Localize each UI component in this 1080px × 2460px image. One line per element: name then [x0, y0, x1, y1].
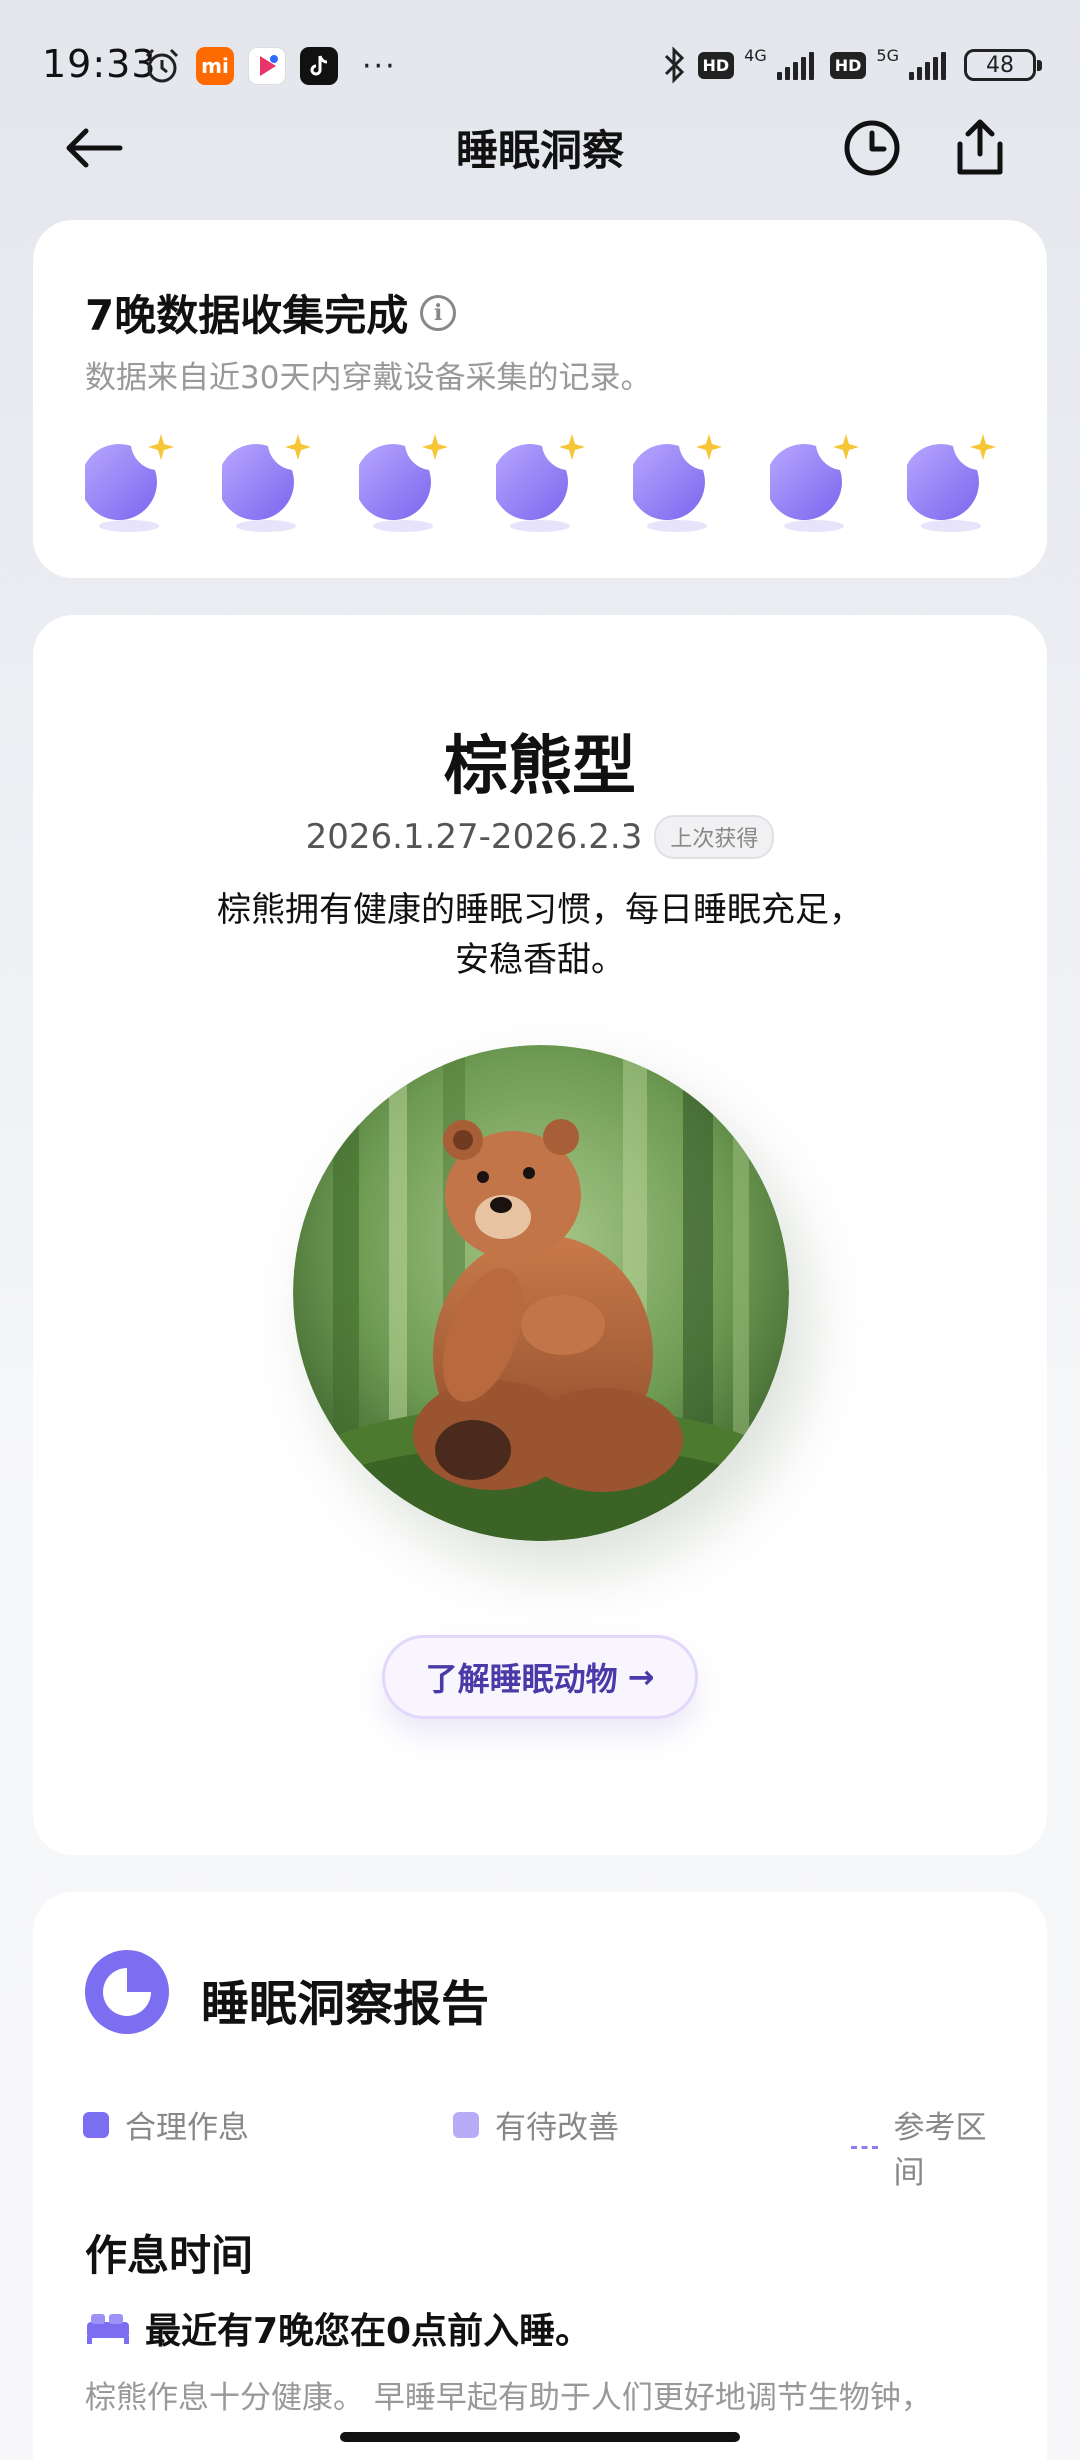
sleep-animal-card: 棕熊型 2026.1.27-2026.2.3 上次获得 棕熊拥有健康的睡眠习惯，… — [33, 615, 1047, 1855]
collection-subtitle: 数据来自近30天内穿戴设备采集的记录。 — [85, 360, 652, 396]
status-right: HD 4G HD 5G 48 — [660, 45, 1042, 84]
tiktok-icon — [300, 47, 338, 85]
animal-description: 棕熊拥有健康的睡眠习惯，每日睡眠充足，安稳香甜。 — [217, 890, 863, 980]
moon-night-icon — [907, 434, 996, 532]
collection-title-row: 7晚数据收集完成 i — [85, 282, 457, 343]
last-obtained-badge: 上次获得 — [654, 815, 775, 859]
share-icon[interactable] — [950, 116, 1010, 178]
moon-night-icon — [496, 434, 585, 532]
legend-label-reference: 参考区间 — [893, 2110, 987, 2191]
section-title-schedule: 作息时间 — [85, 2231, 254, 2280]
legend-label-reasonable: 合理作息 — [125, 2110, 249, 2146]
hd-badge-1: HD — [697, 51, 735, 79]
signal-bars-1-icon — [776, 50, 814, 80]
report-title: 睡眠洞察报告 — [201, 1976, 490, 2032]
legend-item-improve: 有待改善 — [453, 2102, 619, 2147]
learn-sleep-animal-button[interactable]: 了解睡眠动物 → — [382, 1635, 698, 1719]
legend-dash-reference — [851, 2145, 878, 2149]
home-indicator[interactable] — [340, 2432, 740, 2442]
status-bar: 19:33 mi ··· HD 4G HD 5G 48 — [0, 0, 1080, 130]
legend-swatch-reasonable — [83, 2111, 109, 2138]
network-5g: 5G — [876, 45, 899, 65]
right-arrow-icon: → — [627, 1658, 655, 1696]
night-indicators — [85, 430, 1025, 540]
legend-label-improve: 有待改善 — [495, 2110, 619, 2146]
legend-item-reference: 参考区间 — [851, 2102, 1003, 2192]
bluetooth-icon — [664, 46, 684, 84]
hd-badge-2: HD — [829, 51, 867, 79]
network-4g: 4G — [744, 45, 767, 65]
animal-date-row: 2026.1.27-2026.2.3 上次获得 — [33, 815, 1047, 859]
moon-night-icon — [85, 434, 174, 532]
battery-level: 48 — [986, 52, 1014, 78]
legend-swatch-improve — [453, 2111, 479, 2138]
moon-night-icon — [770, 434, 859, 532]
date-range: 2026.1.27-2026.2.3 — [305, 817, 643, 857]
moon-night-icon — [633, 434, 722, 532]
collection-title: 7晚数据收集完成 — [85, 291, 409, 340]
learn-button-label: 了解睡眠动物 — [425, 1660, 618, 1698]
moon-night-icon — [222, 434, 311, 532]
status-time: 19:33 — [42, 42, 157, 86]
brown-bear-illustration — [293, 1045, 789, 1541]
schedule-highlight-row: 最近有7晚您在0点前入睡。 — [85, 2302, 591, 2354]
moon-night-icon — [359, 434, 448, 532]
sleep-report-card: 睡眠洞察报告 合理作息 有待改善 参考区间 作息时间 最近有7晚您在0点前入睡。… — [33, 1892, 1047, 2460]
animal-type-title: 棕熊型 — [444, 730, 636, 804]
page-title: 睡眠洞察 — [455, 126, 624, 175]
schedule-highlight: 最近有7晚您在0点前入睡。 — [145, 2311, 592, 2352]
more-notifications: ··· — [362, 48, 397, 84]
report-chart-icon — [85, 1950, 169, 2034]
bed-icon — [87, 2314, 129, 2344]
data-collection-card: 7晚数据收集完成 i 数据来自近30天内穿戴设备采集的记录。 — [33, 220, 1047, 578]
battery-indicator: 48 — [964, 49, 1042, 81]
schedule-body-text: 棕熊作息十分健康。 早睡早起有助于人们更好地调节生物钟， — [85, 2380, 932, 2416]
signal-bars-2-icon — [909, 50, 946, 80]
alarm-icon — [145, 48, 179, 83]
mi-app-icon: mi — [196, 47, 234, 85]
chart-legend: 合理作息 有待改善 参考区间 — [83, 2102, 1003, 2191]
video-app-icon — [248, 47, 286, 85]
status-left-icons: mi ··· — [142, 46, 397, 86]
legend-item-reasonable: 合理作息 — [83, 2102, 249, 2147]
info-icon[interactable]: i — [420, 294, 457, 331]
history-clock-icon[interactable] — [842, 118, 902, 178]
